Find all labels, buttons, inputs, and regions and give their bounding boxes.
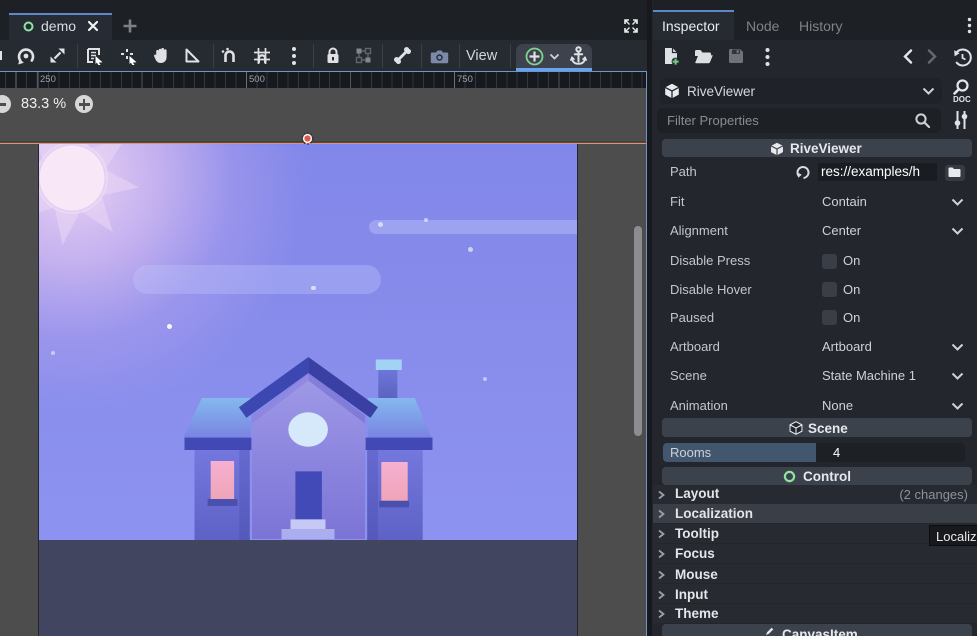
svg-text:DOC: DOC: [953, 95, 971, 103]
